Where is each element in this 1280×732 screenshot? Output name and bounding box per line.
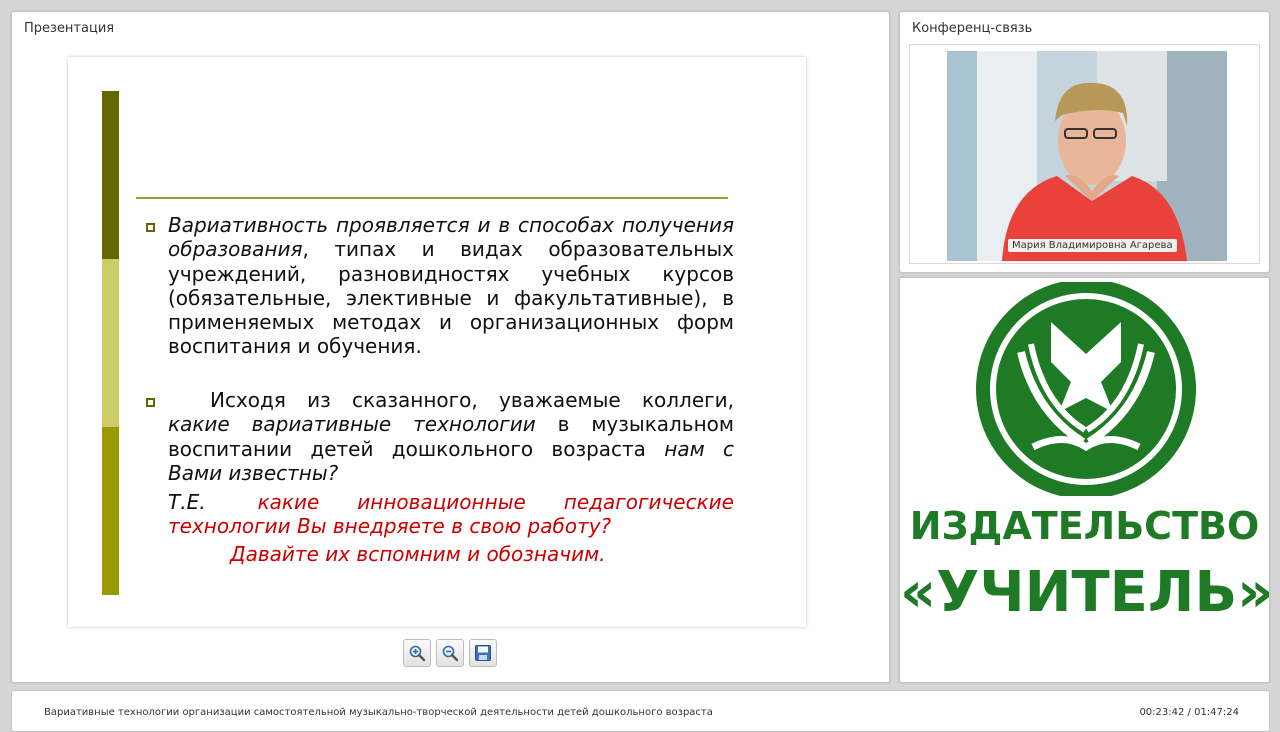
zoom-out-icon [442,645,459,662]
bullet-icon [146,398,155,407]
slide-bar-segment [102,427,119,595]
save-button[interactable] [469,639,497,667]
slide-bar-segment [102,91,119,259]
slide-paragraph-4: Давайте их вспомним и обозначим. [230,542,606,566]
zoom-out-button[interactable] [436,639,464,667]
slide-text-red: какие инновационные педагогические техно… [168,490,734,539]
slide-paragraph-3: Т.Е. какие инновационные педагогические … [168,490,734,539]
slide-divider [136,197,728,199]
participant-video[interactable]: Мария Владимировна Агарева [947,51,1227,261]
slide: Вариативность проявляется и в способах п… [68,57,806,627]
publisher-logo [976,282,1196,496]
save-icon [475,645,491,661]
bullet-icon [146,223,155,232]
slide-bar-segment [102,259,119,427]
slide-paragraph-2: Исходя из сказанного, уважаемые коллеги,… [168,388,734,485]
logo-text-line2: «УЧИТЕЛЬ» [900,560,1274,625]
slide-paragraph-1: Вариативность проявляется и в способах п… [168,213,734,359]
zoom-in-icon [409,645,426,662]
video-frame: Мария Владимировна Агарева [909,44,1260,264]
presentation-panel: Презентация Вариативность проявляется и … [11,11,890,683]
webinar-title: Вариативные технологии организации самос… [44,707,713,718]
presentation-panel-title: Презентация [24,21,115,36]
slide-text: Исходя из сказанного, уважаемые коллеги, [210,388,734,412]
conference-panel: Конференц-связь Мария Владимировна Агаре… [899,11,1270,273]
slide-text-italic: Т.Е. [168,490,206,514]
logo-text-line1: ИЗДАТЕЛЬСТВО [909,504,1260,548]
playback-time: 00:23:42 / 01:47:24 [1139,707,1239,718]
bottom-bar: Вариативные технологии организации самос… [11,690,1270,732]
webcam-image [947,51,1227,261]
conference-panel-title: Конференц-связь [912,21,1033,36]
logo-panel: ИЗДАТЕЛЬСТВО «УЧИТЕЛЬ» [899,277,1274,683]
slide-text-italic: какие вариативные технологии [168,412,536,437]
zoom-in-button[interactable] [403,639,431,667]
participant-name-label: Мария Владимировна Агарева [1008,239,1177,252]
